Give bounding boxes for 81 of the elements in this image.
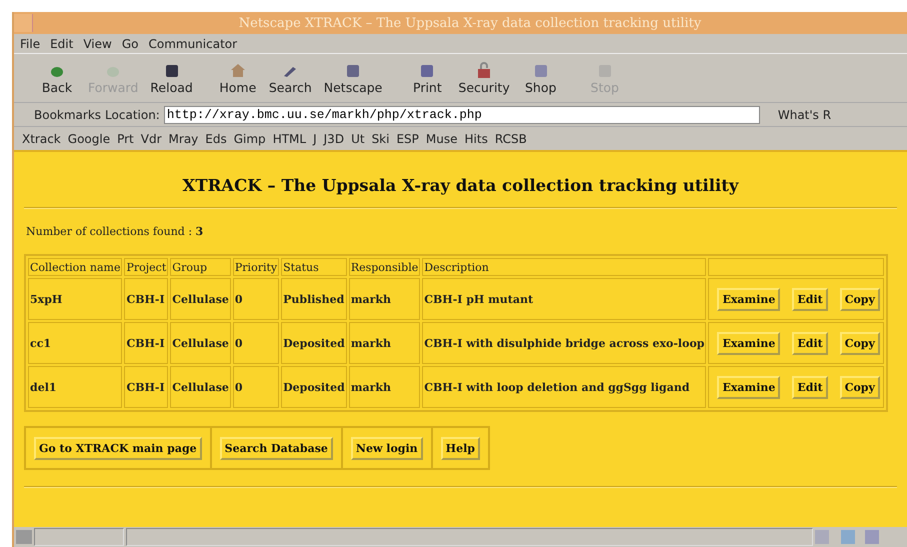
table-cell: Cellulase bbox=[170, 322, 231, 364]
table-cell: markh bbox=[348, 366, 420, 408]
toolbar-icon bbox=[228, 62, 247, 78]
table-cell: markh bbox=[348, 322, 420, 364]
toolbar-button[interactable]: Security bbox=[452, 54, 516, 102]
nav-button[interactable]: Go to XTRACK main page bbox=[34, 436, 202, 460]
action-button[interactable]: Copy bbox=[840, 376, 880, 398]
table-cell: CBH-I with disulphide bridge across exo-loop bbox=[422, 322, 706, 364]
menu-item[interactable]: Edit bbox=[50, 36, 74, 50]
bookmark-link[interactable]: Vdr bbox=[140, 132, 162, 146]
toolbar-button[interactable]: Back bbox=[32, 54, 82, 102]
menu-item[interactable]: Communicator bbox=[148, 36, 238, 50]
menu-item[interactable]: View bbox=[83, 36, 112, 50]
toolbar-button[interactable]: Home bbox=[212, 54, 263, 102]
toolbar-button[interactable]: Netscape bbox=[318, 54, 388, 102]
bookmark-link[interactable]: Mray bbox=[168, 132, 198, 146]
toolbar-button[interactable]: Print bbox=[402, 54, 452, 102]
count-value: 3 bbox=[196, 225, 204, 238]
nav-button[interactable]: New login bbox=[350, 436, 423, 460]
column-header: Responsible bbox=[348, 258, 420, 276]
column-header: Status bbox=[281, 258, 347, 276]
toolbar-button[interactable]: Shop bbox=[516, 54, 566, 102]
url-field[interactable]: http://xray.bmc.uu.se/markh/php/xtrack.php bbox=[164, 106, 760, 124]
bookmark-link[interactable]: J bbox=[313, 132, 317, 146]
table-cell: 0 bbox=[232, 322, 280, 364]
table-cell: CBH-I bbox=[124, 366, 168, 408]
action-button[interactable]: Examine bbox=[717, 332, 780, 354]
table-cell: Cellulase bbox=[170, 366, 231, 408]
table-cell: del1 bbox=[28, 366, 122, 408]
window-title: Netscape XTRACK – The Uppsala X-ray data collection tracking utility bbox=[238, 16, 702, 30]
bookmark-link[interactable]: RCSB bbox=[494, 132, 527, 146]
location-label: Location: bbox=[105, 108, 160, 122]
page-heading: XTRACK – The Uppsala X-ray data collection tracking utility bbox=[182, 176, 740, 195]
column-header: Group bbox=[170, 258, 231, 276]
window-menu-button[interactable] bbox=[14, 14, 33, 32]
bookmarks-button[interactable]: Bookmarks bbox=[34, 108, 102, 122]
related-button[interactable]: What's R bbox=[778, 108, 832, 122]
table-cell: 0 bbox=[232, 366, 280, 408]
toolbar-button[interactable]: Search bbox=[262, 54, 318, 102]
table-cell: 5xpH bbox=[28, 278, 122, 320]
bookmark-link[interactable]: Ski bbox=[372, 132, 390, 146]
action-button[interactable]: Copy bbox=[840, 332, 880, 354]
bookmark-link[interactable]: Muse bbox=[426, 132, 458, 146]
bookmark-link[interactable]: Ut bbox=[351, 132, 365, 146]
menu-item[interactable]: Go bbox=[122, 36, 138, 50]
action-button[interactable]: Edit bbox=[792, 288, 828, 310]
bookmark-link[interactable]: Eds bbox=[205, 132, 227, 146]
nav-button[interactable]: Help bbox=[440, 436, 480, 460]
table-cell: Deposited bbox=[281, 366, 347, 408]
table-cell: CBH-I with loop deletion and ggSgg ligand bbox=[422, 366, 706, 408]
action-button[interactable]: Examine bbox=[717, 376, 780, 398]
table-cell: 0 bbox=[232, 278, 280, 320]
table-cell: cc1 bbox=[28, 322, 122, 364]
action-button[interactable]: Edit bbox=[792, 376, 828, 398]
menu-item[interactable]: File bbox=[20, 36, 40, 50]
bookmark-link[interactable]: Hits bbox=[464, 132, 488, 146]
bookmark-link[interactable]: Prt bbox=[117, 132, 134, 146]
bookmark-link[interactable]: ESP bbox=[396, 132, 419, 146]
column-header: Description bbox=[422, 258, 706, 276]
table-cell: markh bbox=[348, 278, 420, 320]
bookmark-link[interactable]: Google bbox=[68, 132, 110, 146]
action-button[interactable]: Examine bbox=[717, 288, 780, 310]
action-button[interactable]: Copy bbox=[840, 288, 880, 310]
column-header: Project bbox=[124, 258, 168, 276]
nav-button[interactable]: Search Database bbox=[220, 436, 333, 460]
toolbar-button[interactable]: Reload bbox=[144, 54, 199, 102]
bookmark-link[interactable]: J3D bbox=[324, 132, 344, 146]
table-cell: Published bbox=[281, 278, 347, 320]
action-button[interactable]: Edit bbox=[792, 332, 828, 354]
bookmark-link[interactable]: HTML bbox=[272, 132, 306, 146]
column-header: Priority bbox=[232, 258, 280, 276]
bookmark-link[interactable]: Xtrack bbox=[22, 132, 61, 146]
table-cell: Deposited bbox=[281, 322, 347, 364]
table-cell: CBH-I pH mutant bbox=[422, 278, 706, 320]
count-label: Number of collections found : bbox=[26, 225, 192, 238]
column-header: Collection name bbox=[28, 258, 122, 276]
table-cell: CBH-I bbox=[124, 278, 168, 320]
security-status-icon[interactable] bbox=[16, 530, 32, 544]
bookmark-link[interactable]: Gimp bbox=[234, 132, 266, 146]
table-cell: CBH-I bbox=[124, 322, 168, 364]
table-cell: Cellulase bbox=[170, 278, 231, 320]
